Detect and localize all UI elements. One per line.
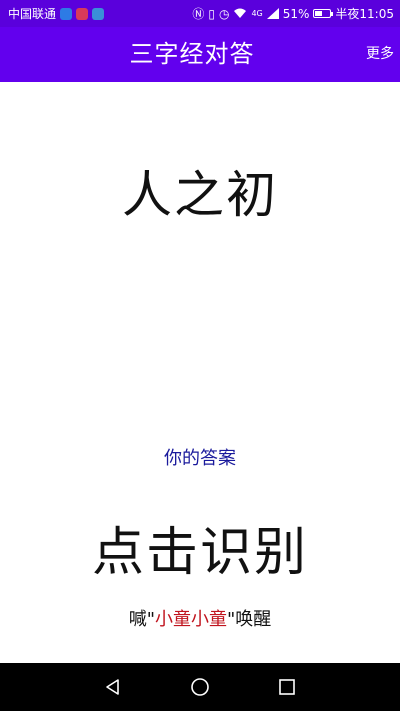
recents-button[interactable] xyxy=(267,667,307,707)
recognize-button[interactable]: 点击识别 xyxy=(0,510,400,585)
app-bar: 三字经对答 更多 xyxy=(0,27,400,82)
status-left: 中国联通 xyxy=(8,6,105,21)
more-button[interactable]: 更多 xyxy=(366,27,394,82)
screen: 中国联通 Ⓝ ▯ ◷ 4G 51% 半夜11:05 三字经对答 更多 人之初 你… xyxy=(0,0,400,711)
back-icon xyxy=(106,679,120,695)
wake-suffix: "唤醒 xyxy=(227,609,272,630)
wifi-icon xyxy=(234,8,247,18)
question-text: 人之初 xyxy=(122,166,278,224)
microphone-icon xyxy=(76,7,89,20)
status-right: Ⓝ ▯ ◷ 4G 51% 半夜11:05 xyxy=(192,8,394,20)
recents-icon xyxy=(278,679,295,695)
home-icon xyxy=(191,678,209,696)
battery-fill xyxy=(315,11,323,16)
signal-icon xyxy=(266,8,279,19)
battery-percent: 51% xyxy=(282,6,310,21)
wake-prefix: 喊" xyxy=(128,609,155,630)
back-button[interactable] xyxy=(93,667,133,707)
carrier-label: 中国联通 xyxy=(8,6,57,21)
status-bar: 中国联通 Ⓝ ▯ ◷ 4G 51% 半夜11:05 xyxy=(0,0,400,27)
shield-icon xyxy=(60,7,73,20)
nfc-icon: Ⓝ xyxy=(192,6,205,21)
wake-hint: 喊"小童小童"唤醒 xyxy=(0,605,400,631)
network-type: 4G xyxy=(251,8,263,18)
clock: 半夜11:05 xyxy=(335,6,394,21)
app-title: 三字经对答 xyxy=(129,40,255,68)
battery-icon xyxy=(313,9,334,18)
home-button[interactable] xyxy=(180,667,220,707)
navigation-bar xyxy=(0,663,400,711)
wake-word: 小童小童 xyxy=(155,609,227,630)
answer-label: 你的答案 xyxy=(164,448,236,469)
app-icon xyxy=(92,7,105,20)
vibrate-icon: ▯ xyxy=(208,6,215,21)
alarm-icon: ◷ xyxy=(218,6,230,21)
